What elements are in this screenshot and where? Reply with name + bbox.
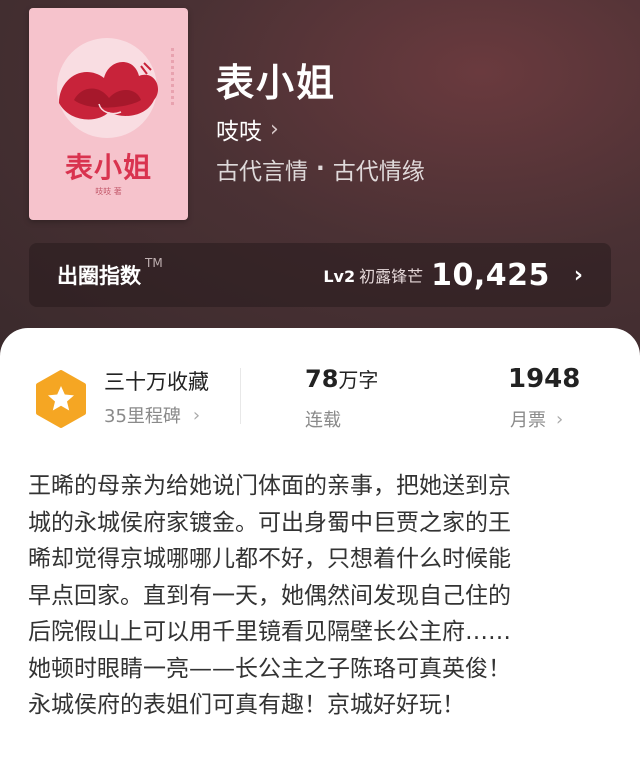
index-label: 出圈指数TM	[57, 256, 163, 288]
monthly-votes-count: 1948	[508, 364, 581, 394]
chevron-right-icon: ›	[573, 262, 583, 288]
book-title: 表小姐	[216, 60, 337, 105]
word-count: 78万字	[305, 365, 379, 393]
synopsis-line: 王晞的母亲为给她说门体面的亲事，把她送到京	[28, 473, 511, 499]
milestones-label: 35里程碑	[104, 406, 181, 427]
cover-author: 吱吱 著	[95, 187, 122, 196]
genre-tags: 古代言情 · 古代情缘	[216, 152, 425, 186]
chevron-right-icon: ›	[556, 408, 564, 430]
divider	[240, 368, 241, 424]
index-score: 10,425	[431, 257, 550, 293]
monthly-votes-label: 月票	[510, 410, 546, 431]
chevron-right-icon: ›	[270, 116, 279, 142]
chevron-right-icon: ›	[192, 404, 201, 426]
genre-tag[interactable]: 古代言情	[216, 152, 308, 186]
genre-tag[interactable]: 古代情缘	[333, 152, 425, 186]
book-header: 表小姐 吱吱 著 表小姐 吱吱 › 古代言情 · 古代情缘 出圈指数TM Lv2…	[0, 0, 640, 360]
genre-separator: ·	[316, 156, 325, 182]
book-detail-card: 三十万收藏 35里程碑 › 78万字 连载 1948 月票 › 王晞的母亲为给她…	[0, 328, 640, 768]
book-cover[interactable]: 表小姐 吱吱 著	[29, 8, 188, 220]
milestones-link[interactable]: 35里程碑 ›	[104, 402, 200, 428]
cover-title: 表小姐	[64, 151, 152, 184]
synopsis-line: 后院假山上可以用千里镜看见隔壁长公主府……	[28, 619, 511, 645]
author-name: 吱吱	[216, 119, 262, 145]
collection-count: 三十万收藏	[104, 370, 209, 394]
star-badge-icon	[36, 370, 86, 428]
serial-status: 连载	[305, 410, 341, 431]
synopsis-line: 晞却觉得京城哪哪儿都不好，只想着什么时候能	[28, 546, 511, 572]
cover-vertical-text	[171, 48, 174, 108]
monthly-votes-link[interactable]: 月票 ›	[510, 406, 563, 432]
synopsis-line: 早点回家。直到有一天，她偶然间发现自己住的	[28, 582, 511, 609]
synopsis-line: 她顿时眼睛一亮——长公主之子陈珞可真英俊！	[28, 655, 511, 682]
cover-flower-illustration	[59, 61, 159, 120]
author-link[interactable]: 吱吱 ›	[216, 112, 279, 146]
trademark-mark: TM	[145, 256, 163, 270]
index-level: Lv2 初露锋芒	[323, 267, 424, 286]
book-synopsis: 王晞的母亲为给她说门体面的亲事，把她送到京 城的永城侯府家镀金。可出身蜀中巨贾之…	[28, 468, 618, 724]
popularity-index-bar[interactable]: 出圈指数TM Lv2 初露锋芒 10,425 ›	[29, 243, 611, 307]
synopsis-line: 城的永城侯府家镀金。可出身蜀中巨贾之家的王	[28, 509, 511, 536]
synopsis-line: 永城侯府的表姐们可真有趣！京城好好玩！	[28, 692, 465, 718]
